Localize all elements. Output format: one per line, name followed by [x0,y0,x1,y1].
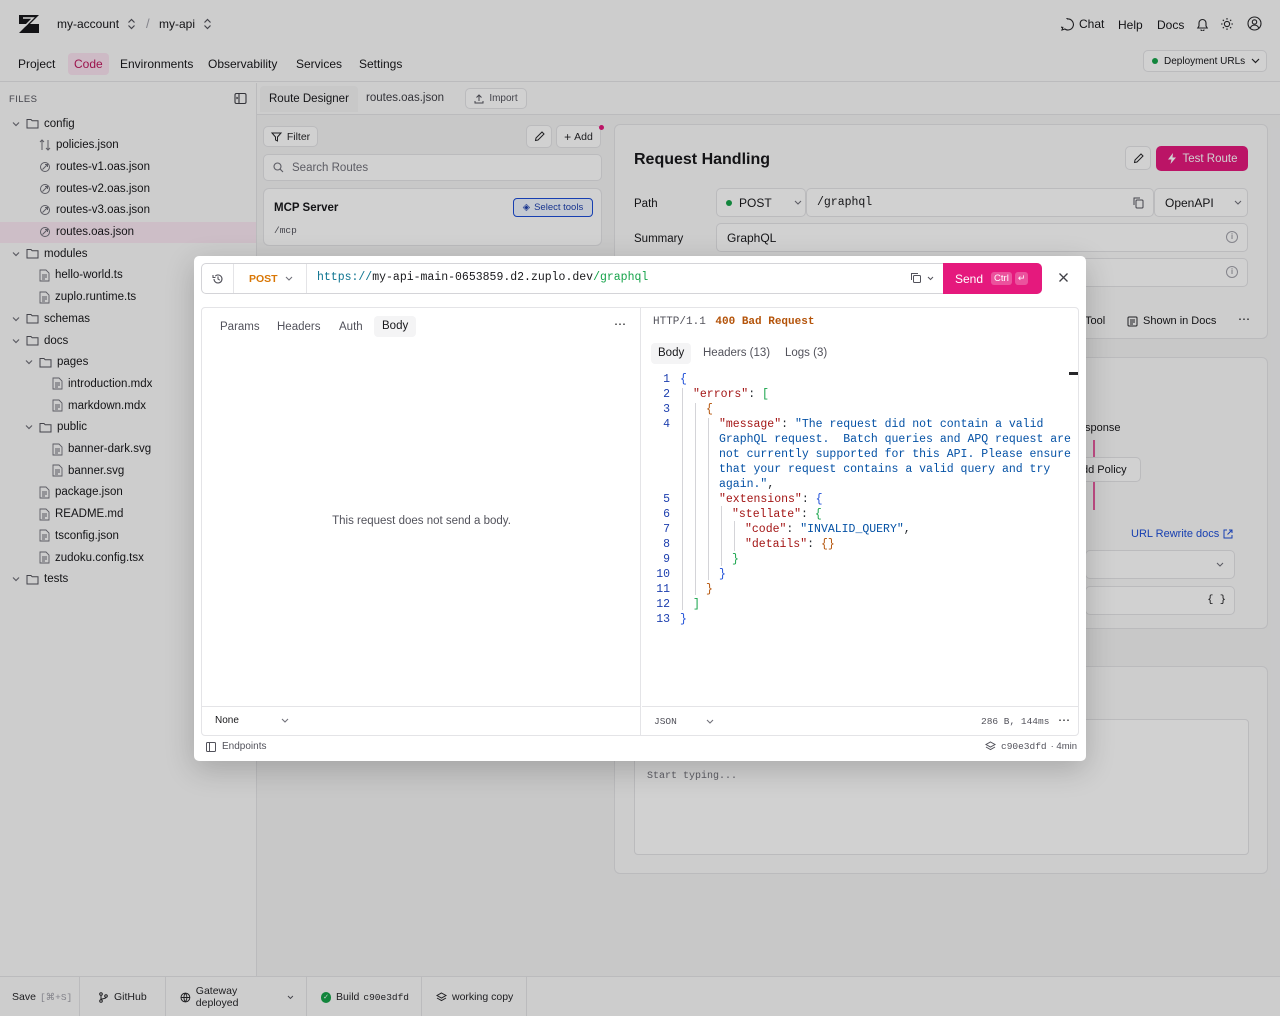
code-line: } [680,613,687,626]
code-line: } [732,553,739,566]
url-path: /graphql [593,271,649,284]
code-line: "stellate": { [732,508,822,521]
code-line: "code": "INVALID_QUERY", [745,523,911,536]
line-number: 11 [656,583,670,596]
code-line: "message": "The request did not contain … [719,418,1044,431]
line-number [650,447,670,462]
code-line: "extensions": { [719,493,823,506]
code-line: { [706,403,713,416]
send-shortcut-enter: ↵ [1014,272,1029,285]
line-number: 3 [663,403,670,416]
status-code: 400 Bad Request [715,316,815,328]
request-response-panes: Params Headers Auth Body ⋯ This request … [201,307,1079,736]
request-tab-headers[interactable]: Headers [277,321,320,333]
line-number: 10 [656,568,670,581]
sidebar-panel-icon [206,741,216,752]
request-footer: None [202,706,641,735]
line-number: 8 [663,538,670,551]
line-number [650,432,670,447]
code-line: { [680,373,687,386]
send-shortcut-ctrl: Ctrl [991,272,1012,285]
copy-url-button[interactable] [910,272,934,284]
line-number: 13 [656,613,670,626]
indent-guide [734,521,735,551]
code-line: } [719,568,726,581]
line-number: 2 [663,388,670,401]
response-tab-logs[interactable]: Logs (3) [785,347,827,359]
layers-icon [985,741,996,751]
code-line: again.", [719,478,775,491]
indent-guide [695,403,696,595]
line-number [650,477,670,492]
line-number: 4 [663,418,670,431]
history-icon[interactable] [202,264,234,293]
chevron-down-icon [706,719,714,724]
test-request-modal: POST https://my-api-main-0653859.d2.zupl… [194,256,1086,761]
body-type-select[interactable]: None [215,715,289,726]
endpoints-label: Endpoints [222,741,267,752]
chevron-down-icon [285,276,292,281]
response-format: JSON [654,716,677,727]
commit-hash: c90e3dfd [1001,741,1047,752]
code-line: } [706,583,713,596]
status-protocol: HTTP/1.1 [653,316,706,328]
line-number: 7 [663,523,670,536]
more-icon[interactable]: ⋯ [614,317,626,331]
response-tab-headers[interactable]: Headers (13) [703,347,770,359]
send-button[interactable]: Send Ctrl ↵ [943,263,1042,294]
endpoints-button[interactable]: Endpoints [206,741,266,752]
url-host: my-api-main-0653859.d2.zuplo.dev [372,271,594,284]
line-number: 6 [663,508,670,521]
request-url-input[interactable]: https://my-api-main-0653859.d2.zuplo.dev… [317,271,648,284]
response-status: HTTP/1.1 400 Bad Request [653,316,814,328]
indent-guide [708,418,709,580]
copy-icon [911,273,921,283]
request-method-select[interactable]: POST [235,264,307,293]
code-line: that your request contains a valid query… [719,463,1051,476]
request-method: POST [249,272,278,285]
close-icon[interactable] [1058,272,1069,283]
request-tab-params[interactable]: Params [220,321,260,333]
code-line: GraphQL request. Batch queries and APQ r… [719,433,1071,446]
send-label: Send [955,271,984,286]
code-line: ] [693,598,700,611]
request-pane: Params Headers Auth Body ⋯ This request … [202,308,641,735]
line-number [650,462,670,477]
request-tab-auth[interactable]: Auth [339,321,363,333]
url-scheme: https:// [317,271,373,284]
line-number: 9 [663,553,670,566]
indent-guide [682,388,683,610]
indent-guide [721,506,722,566]
more-icon[interactable]: ⋯ [1058,713,1070,727]
line-number: 1 [663,373,670,386]
body-type-value: None [215,715,239,726]
request-bar: POST https://my-api-main-0653859.d2.zupl… [201,263,1042,294]
code-line: "details": {} [745,538,835,551]
response-tab-body[interactable]: Body [651,343,692,364]
empty-body-message: This request does not send a body. [332,515,511,527]
chevron-down-icon [927,276,934,280]
response-meta: 286 B, 144ms [981,716,1050,727]
line-number: 5 [663,493,670,506]
commit-age: · 4min [1050,741,1078,752]
response-format-select[interactable]: JSON [654,716,714,727]
code-line: not currently supported for this API. Pl… [719,448,1071,461]
request-tab-body[interactable]: Body [374,316,417,337]
response-code-viewer[interactable]: 1 2 3 4 5 6 7 8 9 10 11 12 13 { "errors": [ { "messa… [650,372,1071,642]
response-footer: JSON 286 B, 144ms ⋯ [642,706,1078,735]
deployment-info: c90e3dfd · 4min [985,741,1077,752]
response-pane: HTTP/1.1 400 Bad Request Body Headers (1… [642,308,1078,735]
line-number: 12 [656,598,670,611]
code-line: "errors": [ [693,388,769,401]
chevron-down-icon [281,718,289,723]
scrollbar-thumb[interactable] [1069,372,1078,375]
